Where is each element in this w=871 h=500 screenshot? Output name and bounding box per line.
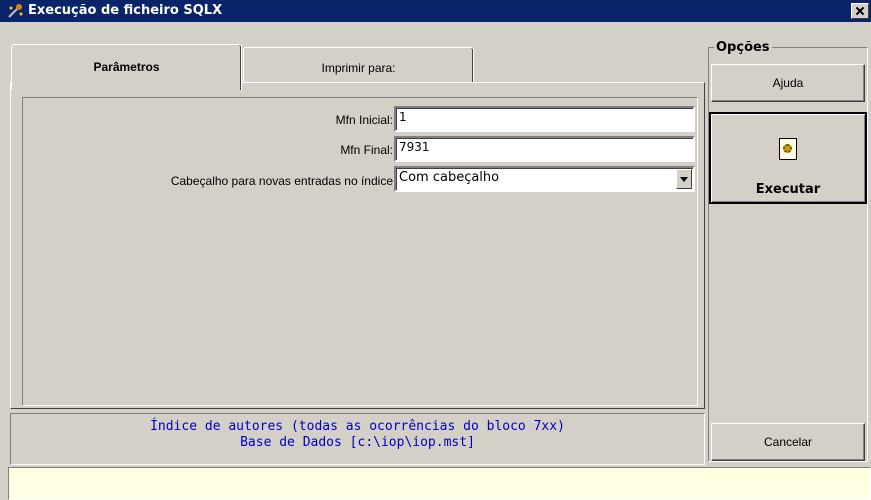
cabecalho-select-value: Com cabeçalho — [399, 170, 500, 185]
tab-parametros-label: Parâmetros — [93, 60, 160, 74]
mfn-final-label: Mfn Final: — [340, 143, 393, 157]
cancelar-button-label: Cancelar — [763, 435, 813, 449]
tab-parametros[interactable]: Parâmetros — [11, 44, 242, 90]
info-box: Índice de autores (todas as ocorrências … — [10, 413, 705, 465]
executar-button-label: Executar — [755, 182, 821, 197]
status-bar — [8, 467, 871, 500]
info-index-description: Índice de autores (todas as ocorrências … — [150, 419, 565, 434]
opcoes-group-title: Opções — [714, 40, 772, 55]
ajuda-button[interactable]: Ajuda — [711, 64, 865, 102]
chevron-down-icon[interactable] — [676, 169, 692, 189]
close-icon[interactable] — [851, 3, 869, 19]
title-bar: Execução de ficheiro SQLX — [0, 0, 871, 22]
cabecalho-select[interactable]: Com cabeçalho — [394, 166, 695, 192]
execute-script-icon — [779, 138, 797, 160]
mfn-inicial-input[interactable]: 1 — [394, 106, 695, 132]
opcoes-group — [708, 47, 868, 462]
tab-imprimir-para-label: Imprimir para: — [321, 61, 396, 75]
window-title: Execução de ficheiro SQLX — [28, 3, 223, 18]
mfn-final-input[interactable]: 7931 — [394, 136, 695, 162]
tab-imprimir-para[interactable]: Imprimir para: — [243, 47, 474, 83]
executar-button[interactable]: Executar — [709, 112, 867, 204]
sqlx-app-icon — [8, 4, 23, 18]
cabecalho-label: Cabeçalho para novas entradas no índice — [170, 174, 393, 188]
ajuda-button-label: Ajuda — [772, 76, 804, 90]
cancelar-button[interactable]: Cancelar — [711, 423, 865, 461]
mfn-inicial-label: Mfn Inicial: — [335, 113, 393, 127]
info-database-path: Base de Dados [c:\iop\iop.mst] — [240, 435, 475, 450]
